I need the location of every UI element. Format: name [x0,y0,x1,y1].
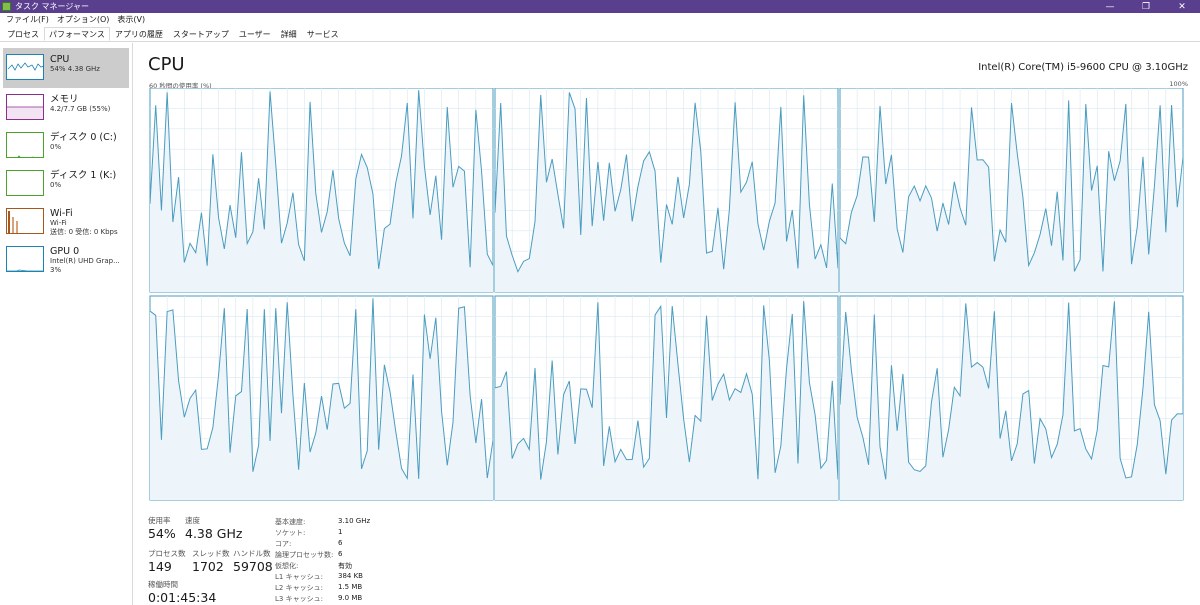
sidebar-item-detail: 4.2/7.7 GB (55%) [50,105,111,113]
core-graph [839,88,1184,293]
sidebar-item-label: メモリ [50,94,79,105]
menu-options[interactable]: オプション(O) [53,13,114,27]
tab-processes[interactable]: プロセス [2,27,44,41]
sidebar-item-memory[interactable]: メモリ 4.2/7.7 GB (55%) [0,88,132,126]
sidebar-item-wifi[interactable]: Wi-Fi Wi-Fi 送信: 0 受信: 0 Kbps [0,202,132,240]
spec-value: 6 [338,539,343,547]
page-title: CPU [148,54,185,75]
sidebar-item-label: ディスク 0 (C:) [50,132,117,143]
sidebar-item-label: CPU [50,54,70,65]
spec-value: 384 KB [338,572,363,580]
tab-services[interactable]: サービス [302,27,344,41]
spec-key: 仮想化: [275,562,299,570]
close-button[interactable]: ✕ [1164,0,1200,13]
spec-value: 9.0 MB [338,594,363,602]
sidebar-item-label: GPU 0 [50,246,80,257]
spec-value: 3.10 GHz [338,517,371,525]
menu-view[interactable]: 表示(V) [113,13,149,27]
core-graph [839,295,1184,501]
graph-max-label: 100% [1169,80,1188,88]
title-bar: タスク マネージャー — ❐ ✕ [0,0,1200,13]
core-graph [149,88,494,293]
sidebar-item-label: Wi-Fi [50,208,73,219]
core-graph [494,88,839,293]
spec-key: L1 キャッシュ: [275,573,323,581]
menu-bar: ファイル(F) オプション(O) 表示(V) [0,13,1200,27]
processes-label: プロセス数 [148,549,186,558]
cpu-model-name: Intel(R) Core(TM) i5-9600 CPU @ 3.10GHz [978,62,1188,73]
sidebar-item-detail: 0% [50,143,62,151]
spec-value: 1.5 MB [338,583,363,591]
tab-users[interactable]: ユーザー [234,27,276,41]
spec-key: ソケット: [275,529,306,537]
minimize-button[interactable]: — [1092,0,1128,13]
spec-key: L3 キャッシュ: [275,595,323,603]
cpu-thumbnail-graph [6,54,44,80]
memory-thumb-svg [7,106,43,119]
menu-file[interactable]: ファイル(F) [2,13,53,27]
speed-label: 速度 [185,516,200,525]
resource-sidebar: CPU 54% 4.38 GHz メモリ 4.2/7.7 GB (55%) ディ… [0,43,133,605]
window-title: タスク マネージャー [15,2,89,11]
tab-app-history[interactable]: アプリの履歴 [110,27,168,41]
handles-label: ハンドル数 [233,549,271,558]
spec-key: 論理プロセッサ数: [275,551,334,559]
sidebar-item-cpu[interactable]: CPU 54% 4.38 GHz [3,48,129,88]
disk1-thumbnail-graph [6,170,44,196]
handles-value: 59708 [233,559,273,574]
wifi-thumbnail-graph [6,208,44,234]
sidebar-item-label: ディスク 1 (K:) [50,170,117,181]
disk0-thumb-svg [17,155,34,157]
sidebar-item-detail: Intel(R) UHD Grap... [50,257,120,265]
gpu-thumbnail-graph [6,246,44,272]
sidebar-item-gpu[interactable]: GPU 0 Intel(R) UHD Grap... 3% [0,240,132,278]
threads-label: スレッド数 [192,549,230,558]
sidebar-item-detail: 54% 4.38 GHz [50,65,100,73]
processes-value: 149 [148,559,172,574]
performance-panel: CPU Intel(R) Core(TM) i5-9600 CPU @ 3.10… [148,43,1188,605]
speed-value: 4.38 GHz [185,526,243,541]
spec-key: 基本速度: [275,518,306,526]
wifi-thumb-svg [8,211,18,233]
threads-value: 1702 [192,559,224,574]
tab-details[interactable]: 詳細 [276,27,302,41]
cpu-core-graphs [149,88,1184,501]
usage-label: 使用率 [148,516,171,525]
spec-value: 有効 [338,562,352,570]
sidebar-item-disk1[interactable]: ディスク 1 (K:) 0% [0,164,132,202]
uptime-label: 稼働時間 [148,580,178,589]
spec-value: 6 [338,550,343,558]
tab-strip: プロセス パフォーマンス アプリの履歴 スタートアップ ユーザー 詳細 サービス [0,27,1200,42]
sidebar-item-disk0[interactable]: ディスク 0 (C:) 0% [0,126,132,164]
sidebar-item-detail: 0% [50,181,62,189]
sidebar-item-throughput: 送信: 0 受信: 0 Kbps [50,228,118,236]
restore-button[interactable]: ❐ [1128,0,1164,13]
gpu-thumb-svg [7,269,43,271]
task-manager-icon [2,2,11,11]
spec-value: 1 [338,528,343,536]
spec-key: コア: [275,540,292,548]
memory-thumbnail-graph [6,94,44,120]
tab-performance[interactable]: パフォーマンス [44,27,110,41]
cpu-thumb-svg [7,62,43,71]
tab-startup[interactable]: スタートアップ [168,27,234,41]
core-graph [494,295,839,501]
sidebar-item-detail: Wi-Fi [50,219,67,227]
spec-key: L2 キャッシュ: [275,584,323,592]
disk0-thumbnail-graph [6,132,44,158]
uptime-value: 0:01:45:34 [148,590,217,605]
core-graph [149,295,494,501]
disk1-thumb-svg [7,171,44,196]
usage-value: 54% [148,526,176,541]
sidebar-item-usage: 3% [50,266,62,274]
